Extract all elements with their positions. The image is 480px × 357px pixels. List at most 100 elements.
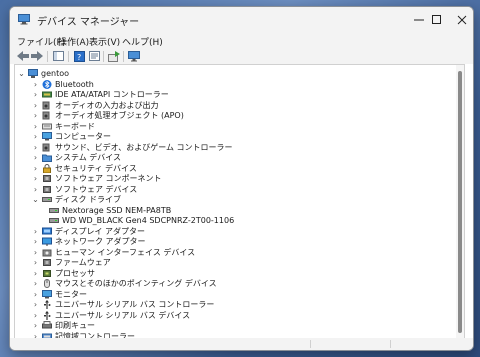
chevron-right-icon[interactable]: ›	[31, 321, 40, 330]
tree-item-label: ファームウェア	[55, 258, 111, 267]
ide-icon	[42, 91, 52, 98]
tree-item-label: ヒューマン インターフェイス デバイス	[55, 247, 196, 257]
tree-item-label: ユニバーサル シリアル バス デバイス	[55, 310, 191, 320]
chevron-right-icon[interactable]: ›	[31, 132, 40, 141]
tree-row[interactable]: › キーボード	[15, 121, 455, 132]
tree-item-label: オーディオ処理オブジェクト (APO)	[55, 111, 184, 120]
chevron-right-icon[interactable]: ›	[31, 101, 40, 110]
status-bar	[10, 338, 473, 350]
chevron-right-icon[interactable]: ›	[31, 237, 40, 246]
lock-icon	[43, 163, 51, 173]
chevron-right-icon[interactable]: ›	[31, 290, 40, 299]
chevron-right-icon[interactable]: ›	[31, 111, 40, 120]
chevron-right-icon[interactable]: ›	[31, 185, 40, 194]
tree-row[interactable]: › プロセッサ	[15, 268, 455, 279]
chevron-right-icon[interactable]: ›	[31, 164, 40, 173]
display-icon	[42, 227, 52, 234]
tree-row[interactable]: › モニター	[15, 289, 455, 300]
keyboard-icon	[42, 123, 52, 129]
device-tree-pane[interactable]: ⌄ gentoo › Bluetooth › IDE ATA/ATAPI コントローラー ›…	[14, 64, 465, 340]
vertical-scrollbar[interactable]	[456, 65, 464, 339]
chevron-right-icon[interactable]: ›	[31, 227, 40, 236]
tree-item-label: Bluetooth	[55, 79, 94, 89]
forward-arrow-icon	[31, 51, 43, 61]
tree-row[interactable]: Nextorage SSD NEM-PA8TB	[15, 205, 455, 216]
menu-action[interactable]: 操作(A)	[58, 35, 89, 48]
back-arrow-icon	[17, 51, 29, 61]
scan-hardware-button[interactable]	[127, 49, 141, 63]
tree-row[interactable]: › 印刷キュー	[15, 320, 455, 331]
chevron-right-icon[interactable]: ›	[31, 174, 40, 183]
chevron-right-icon[interactable]: ›	[31, 258, 40, 267]
tree-item-label: セキュリティ デバイス	[55, 163, 137, 173]
tree-row[interactable]: › ネットワーク アダプター	[15, 236, 455, 247]
scrollbar-thumb[interactable]	[458, 71, 462, 333]
forward-button[interactable]	[30, 49, 44, 63]
drive-icon	[49, 218, 59, 223]
tree-row[interactable]: › システム デバイス	[15, 152, 455, 163]
tree-row[interactable]: › オーディオ処理オブジェクト (APO)	[15, 110, 455, 121]
bluetooth-icon	[42, 79, 52, 89]
chip-icon	[43, 185, 51, 193]
close-button[interactable]	[444, 7, 473, 33]
window-title: デバイス マネージャー	[37, 17, 140, 28]
tree-item-label: モニター	[55, 289, 87, 299]
chevron-right-icon[interactable]: ›	[31, 248, 40, 257]
svg-text:?: ?	[77, 53, 81, 62]
menu-help[interactable]: ヘルプ(H)	[122, 35, 163, 48]
chevron-right-icon[interactable]: ›	[31, 300, 40, 309]
maximize-icon	[432, 15, 441, 24]
chevron-right-icon[interactable]: ›	[31, 143, 40, 152]
tree-row[interactable]: WD WD_BLACK Gen4 SDCPNRZ-2T00-1106	[15, 215, 455, 226]
tree-row[interactable]: › サウンド、ビデオ、およびゲーム コントローラー	[15, 142, 455, 153]
toolbar-separator	[68, 51, 69, 62]
tree-row[interactable]: › ソフトウェア コンポーネント	[15, 173, 455, 184]
chevron-right-icon[interactable]: ›	[31, 122, 40, 131]
chevron-down-icon[interactable]: ⌄	[17, 69, 26, 78]
chevron-right-icon[interactable]: ›	[31, 279, 40, 288]
chevron-right-icon[interactable]: ›	[31, 80, 40, 89]
tree-item-label: gentoo	[41, 69, 69, 78]
tree-row[interactable]: ⌄ ディスク ドライブ	[15, 194, 455, 205]
menu-view[interactable]: 表示(V)	[89, 35, 120, 48]
show-hide-tree-button[interactable]	[51, 49, 65, 63]
tree-item-label: ユニバーサル シリアル バス コントローラー	[55, 300, 215, 309]
back-button[interactable]	[16, 49, 30, 63]
tree-row[interactable]: › ヒューマン インターフェイス デバイス	[15, 247, 455, 258]
tree-row[interactable]: › マウスとそのほかのポインティング デバイス	[15, 278, 455, 289]
toolbar-separator	[103, 51, 104, 62]
update-driver-button[interactable]	[107, 49, 121, 63]
tree-row[interactable]: › ディスプレイ アダプター	[15, 226, 455, 237]
tree-row[interactable]: ⌄ gentoo	[15, 68, 455, 79]
tree-item-label: WD WD_BLACK Gen4 SDCPNRZ-2T00-1106	[62, 216, 235, 225]
tree-item-label: IDE ATA/ATAPI コントローラー	[55, 90, 169, 99]
usb-icon	[44, 300, 51, 309]
tree-item-label: キーボード	[55, 121, 95, 131]
chip-icon	[43, 259, 51, 266]
tree-row[interactable]: › IDE ATA/ATAPI コントローラー	[15, 89, 455, 100]
tree-row[interactable]: › ファームウェア	[15, 257, 455, 268]
computer-icon	[28, 69, 38, 78]
tree-item-label: Nextorage SSD NEM-PA8TB	[62, 205, 172, 215]
monitor-icon	[42, 289, 52, 298]
tree-row[interactable]: › ユニバーサル シリアル バス コントローラー	[15, 299, 455, 310]
tree-row[interactable]: › ソフトウェア デバイス	[15, 184, 455, 195]
tree-row[interactable]: › セキュリティ デバイス	[15, 163, 455, 174]
help-button[interactable]: ?	[72, 49, 86, 63]
chevron-right-icon[interactable]: ›	[31, 311, 40, 320]
monitor-icon	[42, 132, 52, 141]
chevron-right-icon[interactable]: ›	[31, 90, 40, 99]
tree-item-label: ネットワーク アダプター	[55, 237, 146, 246]
chevron-right-icon[interactable]: ›	[31, 153, 40, 162]
tree-row[interactable]: › オーディオの入力および出力	[15, 100, 455, 111]
tree-row[interactable]: › ユニバーサル シリアル バス デバイス	[15, 310, 455, 321]
tree-item-label: マウスとそのほかのポインティング デバイス	[55, 279, 217, 288]
chevron-down-icon[interactable]: ⌄	[31, 195, 40, 204]
tree-row[interactable]: › Bluetooth	[15, 79, 455, 90]
properties-button[interactable]	[87, 49, 101, 63]
toolbar: ?	[10, 48, 473, 64]
tree-row[interactable]: › コンピューター	[15, 131, 455, 142]
tree-item-label: ディスク ドライブ	[55, 195, 121, 204]
chevron-right-icon[interactable]: ›	[31, 269, 40, 278]
update-driver-icon	[108, 50, 120, 62]
